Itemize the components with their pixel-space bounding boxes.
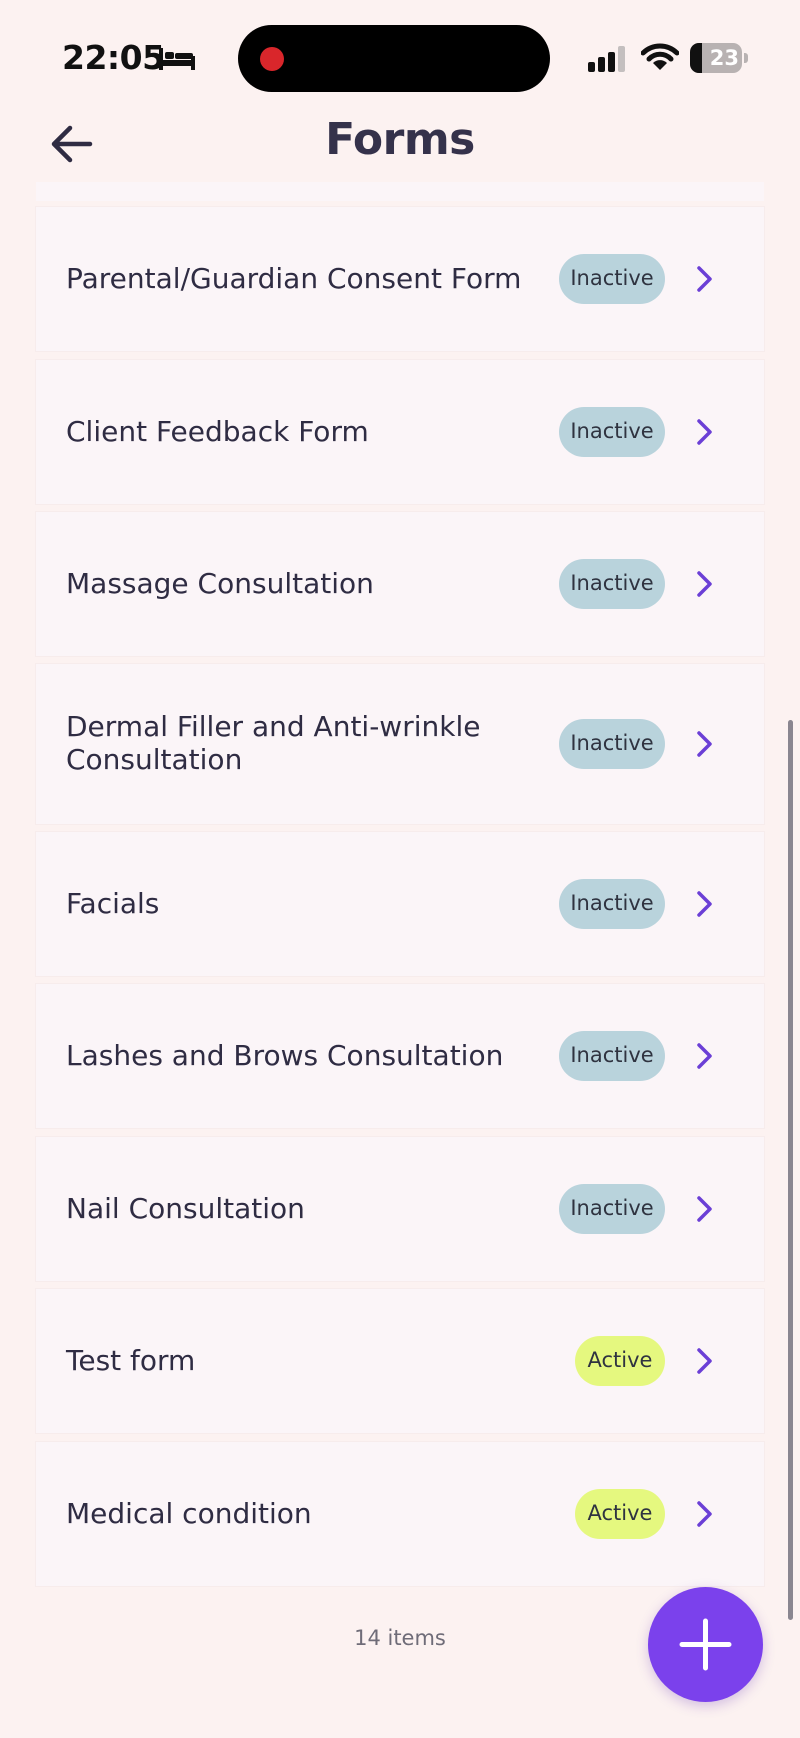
- chevron-right-icon: [697, 731, 712, 757]
- signal-icon: [588, 46, 625, 72]
- form-name: Massage Consultation: [66, 567, 374, 600]
- arrow-left-icon: [51, 125, 93, 163]
- chevron-right-icon: [697, 266, 712, 292]
- battery-icon: 23: [690, 43, 748, 73]
- dynamic-island: [238, 25, 550, 92]
- form-name: Facials: [66, 887, 160, 920]
- list-item[interactable]: Parental/Guardian Consent Form Inactive: [36, 207, 764, 351]
- chevron-right-icon: [697, 1043, 712, 1069]
- status-badge: Inactive: [559, 1031, 665, 1081]
- battery-nub: [744, 53, 748, 63]
- form-name: Test form: [66, 1344, 196, 1377]
- status-badge: Inactive: [559, 559, 665, 609]
- list-item[interactable]: Lashes and Brows Consultation Inactive: [36, 984, 764, 1128]
- status-badge: Inactive: [559, 719, 665, 769]
- plus-icon: [679, 1618, 732, 1671]
- form-name: Lashes and Brows Consultation: [66, 1039, 504, 1072]
- chevron-right-icon: [697, 1348, 712, 1374]
- battery-level-text: 23: [709, 46, 739, 70]
- list-item-partial[interactable]: [36, 182, 764, 201]
- chevron-right-icon: [697, 1196, 712, 1222]
- status-badge: Active: [575, 1336, 665, 1386]
- status-badge: Inactive: [559, 407, 665, 457]
- list-item[interactable]: Test form Active: [36, 1289, 764, 1433]
- recording-indicator-icon: [260, 47, 284, 71]
- form-name: Nail Consultation: [66, 1192, 305, 1225]
- list-item[interactable]: Client Feedback Form Inactive: [36, 360, 764, 504]
- wifi-icon: [641, 43, 679, 70]
- chevron-right-icon: [697, 571, 712, 597]
- chevron-right-icon: [697, 891, 712, 917]
- chevron-right-icon: [697, 419, 712, 445]
- chevron-right-icon: [697, 1501, 712, 1527]
- status-badge: Inactive: [559, 879, 665, 929]
- status-badge: Active: [575, 1489, 665, 1539]
- battery-body: 23: [690, 43, 742, 73]
- status-time: 22:05: [62, 38, 165, 77]
- header: Forms: [0, 108, 800, 180]
- form-name: Dermal Filler and Anti-wrinkle Consultat…: [66, 710, 481, 776]
- status-badge: Inactive: [559, 254, 665, 304]
- status-bar: 22:05 23: [0, 0, 800, 115]
- bed-icon: [159, 48, 195, 70]
- list-item[interactable]: Massage Consultation Inactive: [36, 512, 764, 656]
- list-item[interactable]: Facials Inactive: [36, 832, 764, 976]
- form-name: Client Feedback Form: [66, 415, 369, 448]
- list-item[interactable]: Nail Consultation Inactive: [36, 1137, 764, 1281]
- form-name: Medical condition: [66, 1497, 312, 1530]
- status-badge: Inactive: [559, 1184, 665, 1234]
- back-button[interactable]: [46, 118, 98, 170]
- list-item[interactable]: Medical condition Active: [36, 1442, 764, 1586]
- form-name: Parental/Guardian Consent Form: [66, 262, 522, 295]
- add-form-button[interactable]: [648, 1587, 763, 1702]
- list-item[interactable]: Dermal Filler and Anti-wrinkle Consultat…: [36, 664, 764, 824]
- page-title: Forms: [325, 114, 475, 165]
- scrollbar[interactable]: [788, 720, 793, 1620]
